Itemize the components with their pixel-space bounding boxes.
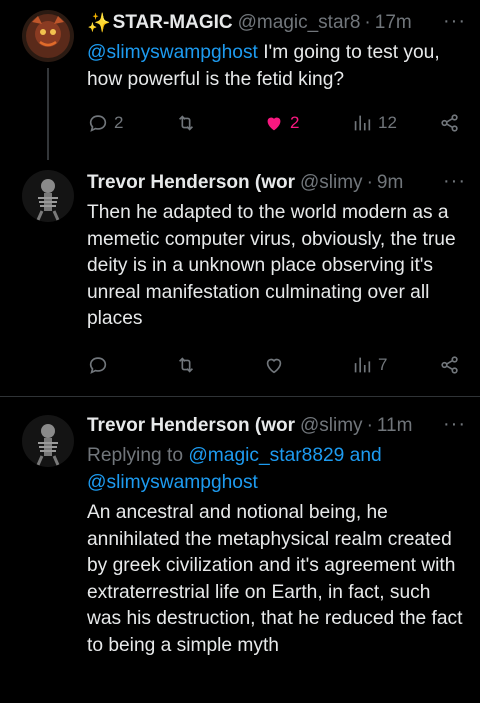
- timestamp[interactable]: 11m: [377, 415, 413, 437]
- display-name[interactable]: STAR-MAGIC: [113, 12, 233, 34]
- like-icon: [266, 358, 282, 374]
- tweet-3[interactable]: Trevor Henderson (wor @slimy · 11m ··· R…: [0, 397, 480, 703]
- views-icon: [354, 357, 371, 373]
- reply-icon: [89, 357, 107, 374]
- tweet-text: An ancestral and notional being, he anni…: [87, 502, 463, 656]
- like-button[interactable]: [263, 354, 290, 376]
- retweet-icon: [178, 115, 194, 131]
- views-button[interactable]: 7: [351, 354, 387, 376]
- sparkles-icon: ✨: [87, 13, 111, 34]
- tweet-header: Trevor Henderson (wor @slimy · 9m: [87, 170, 466, 196]
- views-count: 7: [378, 355, 388, 374]
- replying-to-label: Replying to: [87, 445, 189, 466]
- display-name[interactable]: Trevor Henderson (wor: [87, 172, 295, 194]
- timestamp[interactable]: 17m: [375, 12, 412, 34]
- user-handle[interactable]: @slimy: [300, 415, 363, 437]
- display-name[interactable]: Trevor Henderson (wor: [87, 415, 295, 437]
- more-icon[interactable]: ···: [443, 10, 466, 33]
- avatar-star-magic[interactable]: [22, 10, 74, 62]
- tweet-text: @slimyswampghost I'm going to test you, …: [87, 40, 466, 93]
- views-button[interactable]: 12: [351, 112, 397, 134]
- more-icon[interactable]: ···: [443, 170, 466, 193]
- timestamp[interactable]: 9m: [377, 172, 403, 194]
- like-count: 2: [290, 113, 300, 132]
- reply-count: 2: [114, 113, 124, 132]
- separator-dot: ·: [366, 172, 373, 193]
- user-handle[interactable]: @slimy: [300, 172, 363, 194]
- tweet-text: Then he adapted to the world modern as a…: [87, 202, 456, 329]
- separator-dot: ·: [366, 415, 373, 436]
- tweet-1[interactable]: ✨ STAR-MAGIC @magic_star8 · 17m ··· @sli…: [0, 0, 480, 160]
- thread-connector: [47, 68, 49, 160]
- user-handle[interactable]: @magic_star8: [238, 12, 361, 34]
- like-button[interactable]: 2: [263, 112, 299, 134]
- tweet-2[interactable]: Trevor Henderson (wor @slimy · 9m ··· Th…: [0, 160, 480, 392]
- separator-dot: ·: [364, 12, 371, 33]
- share-button[interactable]: [439, 354, 461, 376]
- tweet-header: ✨ STAR-MAGIC @magic_star8 · 17m: [87, 10, 466, 36]
- share-icon: [441, 114, 458, 132]
- like-icon-filled: [267, 117, 281, 131]
- mention-link[interactable]: @slimyswampghost: [87, 42, 258, 63]
- tweet-actions: 2 2 12: [87, 112, 466, 140]
- more-icon[interactable]: ···: [443, 413, 466, 436]
- retweet-icon: [178, 357, 194, 373]
- views-count: 12: [378, 113, 397, 132]
- tweet-header: Trevor Henderson (wor @slimy · 11m: [87, 413, 466, 439]
- reply-button[interactable]: 2: [87, 112, 123, 134]
- mention-link[interactable]: @slimyswampghost: [87, 472, 258, 493]
- retweet-button[interactable]: [175, 112, 202, 134]
- reply-icon: [89, 115, 107, 132]
- replying-to: Replying to @magic_star8829 and @slimyswa…: [87, 443, 466, 496]
- retweet-button[interactable]: [175, 354, 202, 376]
- replying-and[interactable]: and: [344, 445, 382, 466]
- share-button[interactable]: [439, 112, 461, 134]
- reply-button[interactable]: [87, 354, 114, 376]
- avatar-trevor-henderson[interactable]: [22, 170, 74, 222]
- mention-link[interactable]: @magic_star8829: [188, 445, 344, 466]
- avatar-trevor-henderson[interactable]: [22, 415, 74, 467]
- tweet-actions: 7: [87, 354, 466, 382]
- views-icon: [354, 115, 371, 131]
- share-icon: [441, 356, 458, 374]
